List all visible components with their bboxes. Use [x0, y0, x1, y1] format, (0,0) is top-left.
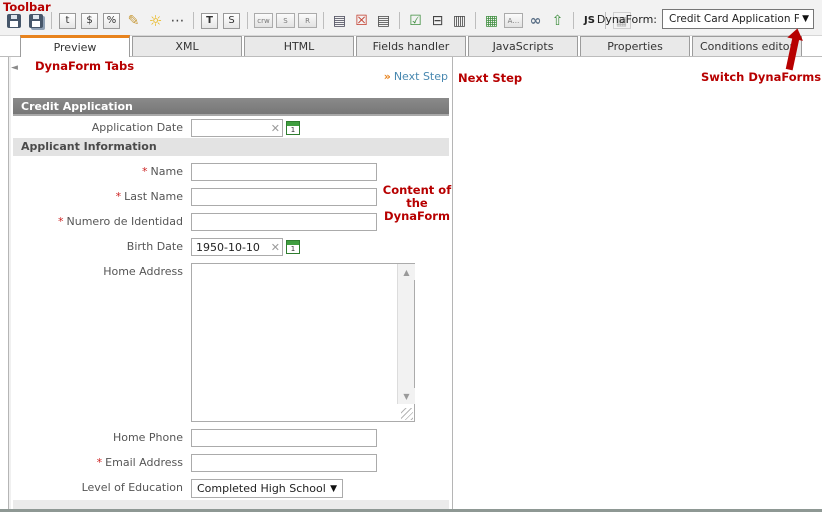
section-bar-partial [13, 500, 449, 509]
annotation-switch-dynaforms: Switch DynaForms [701, 70, 821, 84]
calendar-icon[interactable]: 1 [286, 240, 300, 254]
field-row-home-address: Home Address ▲ ▼ [9, 263, 452, 422]
home-phone-input[interactable] [191, 429, 377, 447]
tab-preview[interactable]: Preview [20, 35, 130, 57]
file-field-icon[interactable]: ⇧ [548, 11, 567, 30]
scroll-down-icon[interactable]: ▼ [398, 388, 415, 404]
dropdown-field-icon[interactable]: ▤ [374, 11, 393, 30]
caption-crw-icon[interactable]: crw [254, 11, 273, 30]
tab-xml[interactable]: XML [132, 36, 242, 56]
textarea-field-icon[interactable]: ⋯ [168, 11, 187, 30]
dynaform-editor: t$%✎☼⋯TScrwSR▤☒▤☑⊟▥▦A…∞⇧JS▦ DynaForm: Cr… [0, 0, 822, 513]
annotation-next-step: Next Step [458, 71, 522, 85]
percentage-field-icon[interactable]: % [102, 11, 121, 30]
required-asterisk: * [97, 456, 103, 469]
field-label: Application Date [9, 119, 183, 137]
calendar-icon[interactable]: 1 [286, 121, 300, 135]
text-field-icon[interactable]: t [58, 11, 77, 30]
field-label: *Email Address [9, 454, 183, 472]
toolbar-separator [399, 12, 400, 29]
next-step-label: Next Step [394, 70, 448, 83]
field-label: *Name [9, 163, 183, 181]
annotation-toolbar: Toolbar [3, 0, 51, 14]
title-field-icon[interactable]: T [200, 11, 219, 30]
field-label: *Last Name [9, 188, 183, 206]
dynaform-switcher: DynaForm: Credit Card Application Form ▼ [597, 9, 814, 29]
last-name-input[interactable] [191, 188, 377, 206]
field-label: Level of Education [9, 479, 183, 497]
annotation-dynaform-tabs: DynaForm Tabs [35, 59, 134, 73]
hint-icon[interactable]: ☼ [146, 11, 165, 30]
currency-field-icon[interactable]: $ [80, 11, 99, 30]
section-title: Credit Application [13, 98, 449, 116]
tab-conditions-editor[interactable]: Conditions editor [692, 36, 802, 56]
scrollbar[interactable]: ▲ ▼ [397, 264, 414, 404]
field-row-birth-date: Birth Date 1950-10-10 ✕ 1 [9, 238, 452, 256]
tab-properties[interactable]: Properties [580, 36, 690, 56]
scroll-up-icon[interactable]: ▲ [398, 264, 415, 280]
subtitle-field-icon[interactable]: S [222, 11, 241, 30]
listbox-field-icon[interactable]: ▥ [450, 11, 469, 30]
tab-html[interactable]: HTML [244, 36, 354, 56]
application-date-input[interactable]: ✕ [191, 119, 283, 137]
field-row-application-date: Application Date ✕ 1 [9, 119, 452, 137]
toolbar-separator [193, 12, 194, 29]
field-row-home-phone: Home Phone [9, 429, 452, 447]
grid-field-icon[interactable]: ▤ [330, 11, 349, 30]
home-address-textarea[interactable]: ▲ ▼ [191, 263, 415, 422]
toolbar: t$%✎☼⋯TScrwSR▤☒▤☑⊟▥▦A…∞⇧JS▦ DynaForm: Cr… [0, 0, 822, 36]
annotation-content-of-dynaform: Content of the DynaForm [377, 184, 457, 223]
collapse-icon[interactable]: ◄ [11, 63, 18, 73]
tab-javascripts[interactable]: JavaScripts [468, 36, 578, 56]
field-label: *Numero de Identidad [9, 213, 183, 231]
dynaform-select[interactable]: Credit Card Application Form ▼ [662, 9, 814, 29]
tab-fields-handler[interactable]: Fields handler [356, 36, 466, 56]
subsection-title: Applicant Information [13, 138, 449, 156]
preview-panel: ◄ » Next Step Credit Application Applica… [8, 57, 453, 509]
birth-date-input[interactable]: 1950-10-10 ✕ [191, 238, 283, 256]
suggest-field-icon[interactable]: ✎ [124, 11, 143, 30]
toolbar-separator [475, 12, 476, 29]
link-field-icon[interactable]: ∞ [526, 11, 545, 30]
caption-s-icon[interactable]: S [276, 11, 295, 30]
date-field-icon[interactable]: ▦ [482, 11, 501, 30]
dynaform-tabstrip: PreviewXMLHTMLFields handlerJavaScriptsP… [0, 36, 822, 57]
required-asterisk: * [116, 190, 122, 203]
bottom-border [0, 509, 822, 512]
name-input[interactable] [191, 163, 377, 181]
field-row-email-address: *Email Address [9, 454, 452, 472]
dynaform-label: DynaForm: [597, 13, 657, 26]
level-of-education-select[interactable]: Completed High School ▼ [191, 479, 343, 498]
radiogroup-field-icon[interactable]: ⊟ [428, 11, 447, 30]
autocomplete-field-icon[interactable]: A… [504, 11, 523, 30]
numero-de-identidad-input[interactable] [191, 213, 377, 231]
chevron-down-icon: ▼ [330, 484, 337, 494]
field-label: Home Address [9, 263, 183, 281]
dynaform-select-value: Credit Card Application Form [669, 13, 799, 25]
email-address-input[interactable] [191, 454, 377, 472]
toolbar-separator [247, 12, 248, 29]
field-label: Birth Date [9, 238, 183, 256]
required-asterisk: * [58, 215, 64, 228]
next-step-link[interactable]: » Next Step [384, 70, 448, 83]
checkbox-field-icon[interactable]: ☑ [406, 11, 425, 30]
toolbar-separator [323, 12, 324, 29]
field-label: Home Phone [9, 429, 183, 447]
toolbar-separator [573, 12, 574, 29]
clear-date-icon[interactable]: ✕ [271, 241, 280, 254]
resize-grip[interactable] [401, 408, 413, 420]
toolbar-separator [51, 12, 52, 29]
toolbar-icons: t$%✎☼⋯TScrwSR▤☒▤☑⊟▥▦A…∞⇧JS▦ [4, 11, 631, 30]
field-row-name: *Name [9, 163, 452, 181]
yesno-field-icon[interactable]: ☒ [352, 11, 371, 30]
clear-date-icon[interactable]: ✕ [271, 122, 280, 135]
field-row-level-of-education: Level of Education Completed High School… [9, 479, 452, 498]
chevron-down-icon: ▼ [802, 14, 809, 24]
next-step-icon: » [384, 70, 391, 83]
caption-r-icon[interactable]: R [298, 11, 317, 30]
required-asterisk: * [142, 165, 148, 178]
